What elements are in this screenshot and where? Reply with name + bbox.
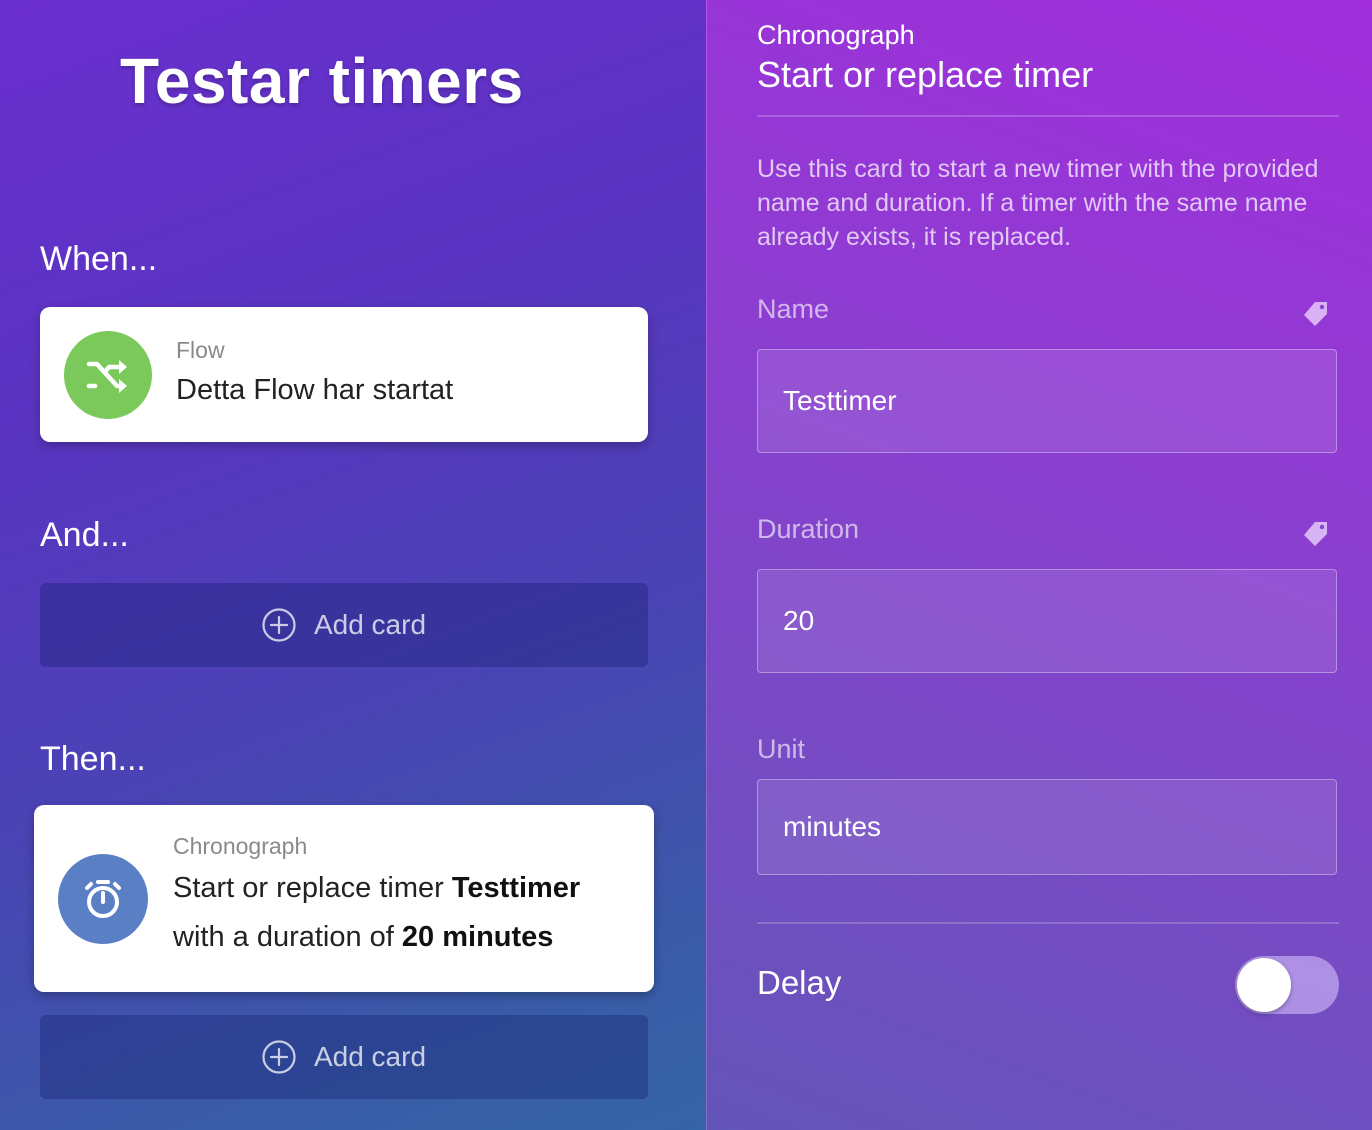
- flow-panel: Testar timers When... Flow Detta Flow ha…: [0, 0, 706, 1130]
- divider: [757, 115, 1339, 117]
- name-label: Name: [757, 294, 830, 324]
- toggle-knob: [1237, 958, 1291, 1012]
- duration-field[interactable]: [757, 569, 1337, 673]
- add-circle-icon: [262, 1040, 296, 1074]
- editor-description: Use this card to start a new timer with …: [757, 155, 1319, 251]
- editor-title: Start or replace timer: [757, 54, 1094, 95]
- unit-select-value: minutes: [783, 811, 882, 842]
- then-card-duration: 20 minutes: [401, 921, 554, 953]
- when-card[interactable]: Flow Detta Flow har startat: [40, 307, 648, 442]
- then-label: Then...: [40, 740, 146, 778]
- then-card-text-prefix: Start or replace timer: [173, 872, 452, 904]
- add-card-button-and[interactable]: Add card: [40, 583, 648, 667]
- card-editor-panel: Chronograph Start or replace timer Use t…: [706, 0, 1372, 1130]
- when-card-badge: [64, 331, 152, 419]
- tag-icon[interactable]: [1301, 519, 1331, 549]
- unit-label: Unit: [757, 734, 806, 764]
- when-card-app: Flow: [176, 337, 225, 363]
- tag-icon[interactable]: [1301, 299, 1331, 329]
- when-label: When...: [40, 240, 158, 278]
- editor-app-name: Chronograph: [757, 20, 915, 50]
- shuffle-icon: [86, 360, 127, 393]
- delay-label: Delay: [757, 964, 842, 1001]
- add-card-label: Add card: [313, 1041, 427, 1072]
- then-card[interactable]: Chronograph Start or replace timer Testt…: [34, 805, 654, 992]
- flow-title: Testar timers: [120, 45, 524, 117]
- then-card-app: Chronograph: [173, 833, 308, 859]
- unit-select[interactable]: minutes: [757, 779, 1337, 875]
- then-card-badge: [58, 854, 148, 944]
- duration-label: Duration: [757, 514, 860, 544]
- then-card-text-mid: with a duration of: [173, 921, 402, 953]
- add-card-button-then[interactable]: Add card: [40, 1015, 648, 1099]
- then-card-text: Start or replace timer Testtimer with a …: [173, 864, 633, 962]
- add-circle-icon: [262, 608, 296, 642]
- add-card-label: Add card: [313, 609, 427, 640]
- then-card-timer-name: Testtimer: [451, 872, 581, 904]
- and-label: And...: [40, 516, 129, 554]
- divider: [757, 922, 1339, 924]
- name-field[interactable]: [757, 349, 1337, 453]
- stopwatch-icon: [85, 880, 121, 918]
- delay-toggle[interactable]: [1235, 956, 1339, 1014]
- when-card-text: Detta Flow har startat: [176, 374, 454, 406]
